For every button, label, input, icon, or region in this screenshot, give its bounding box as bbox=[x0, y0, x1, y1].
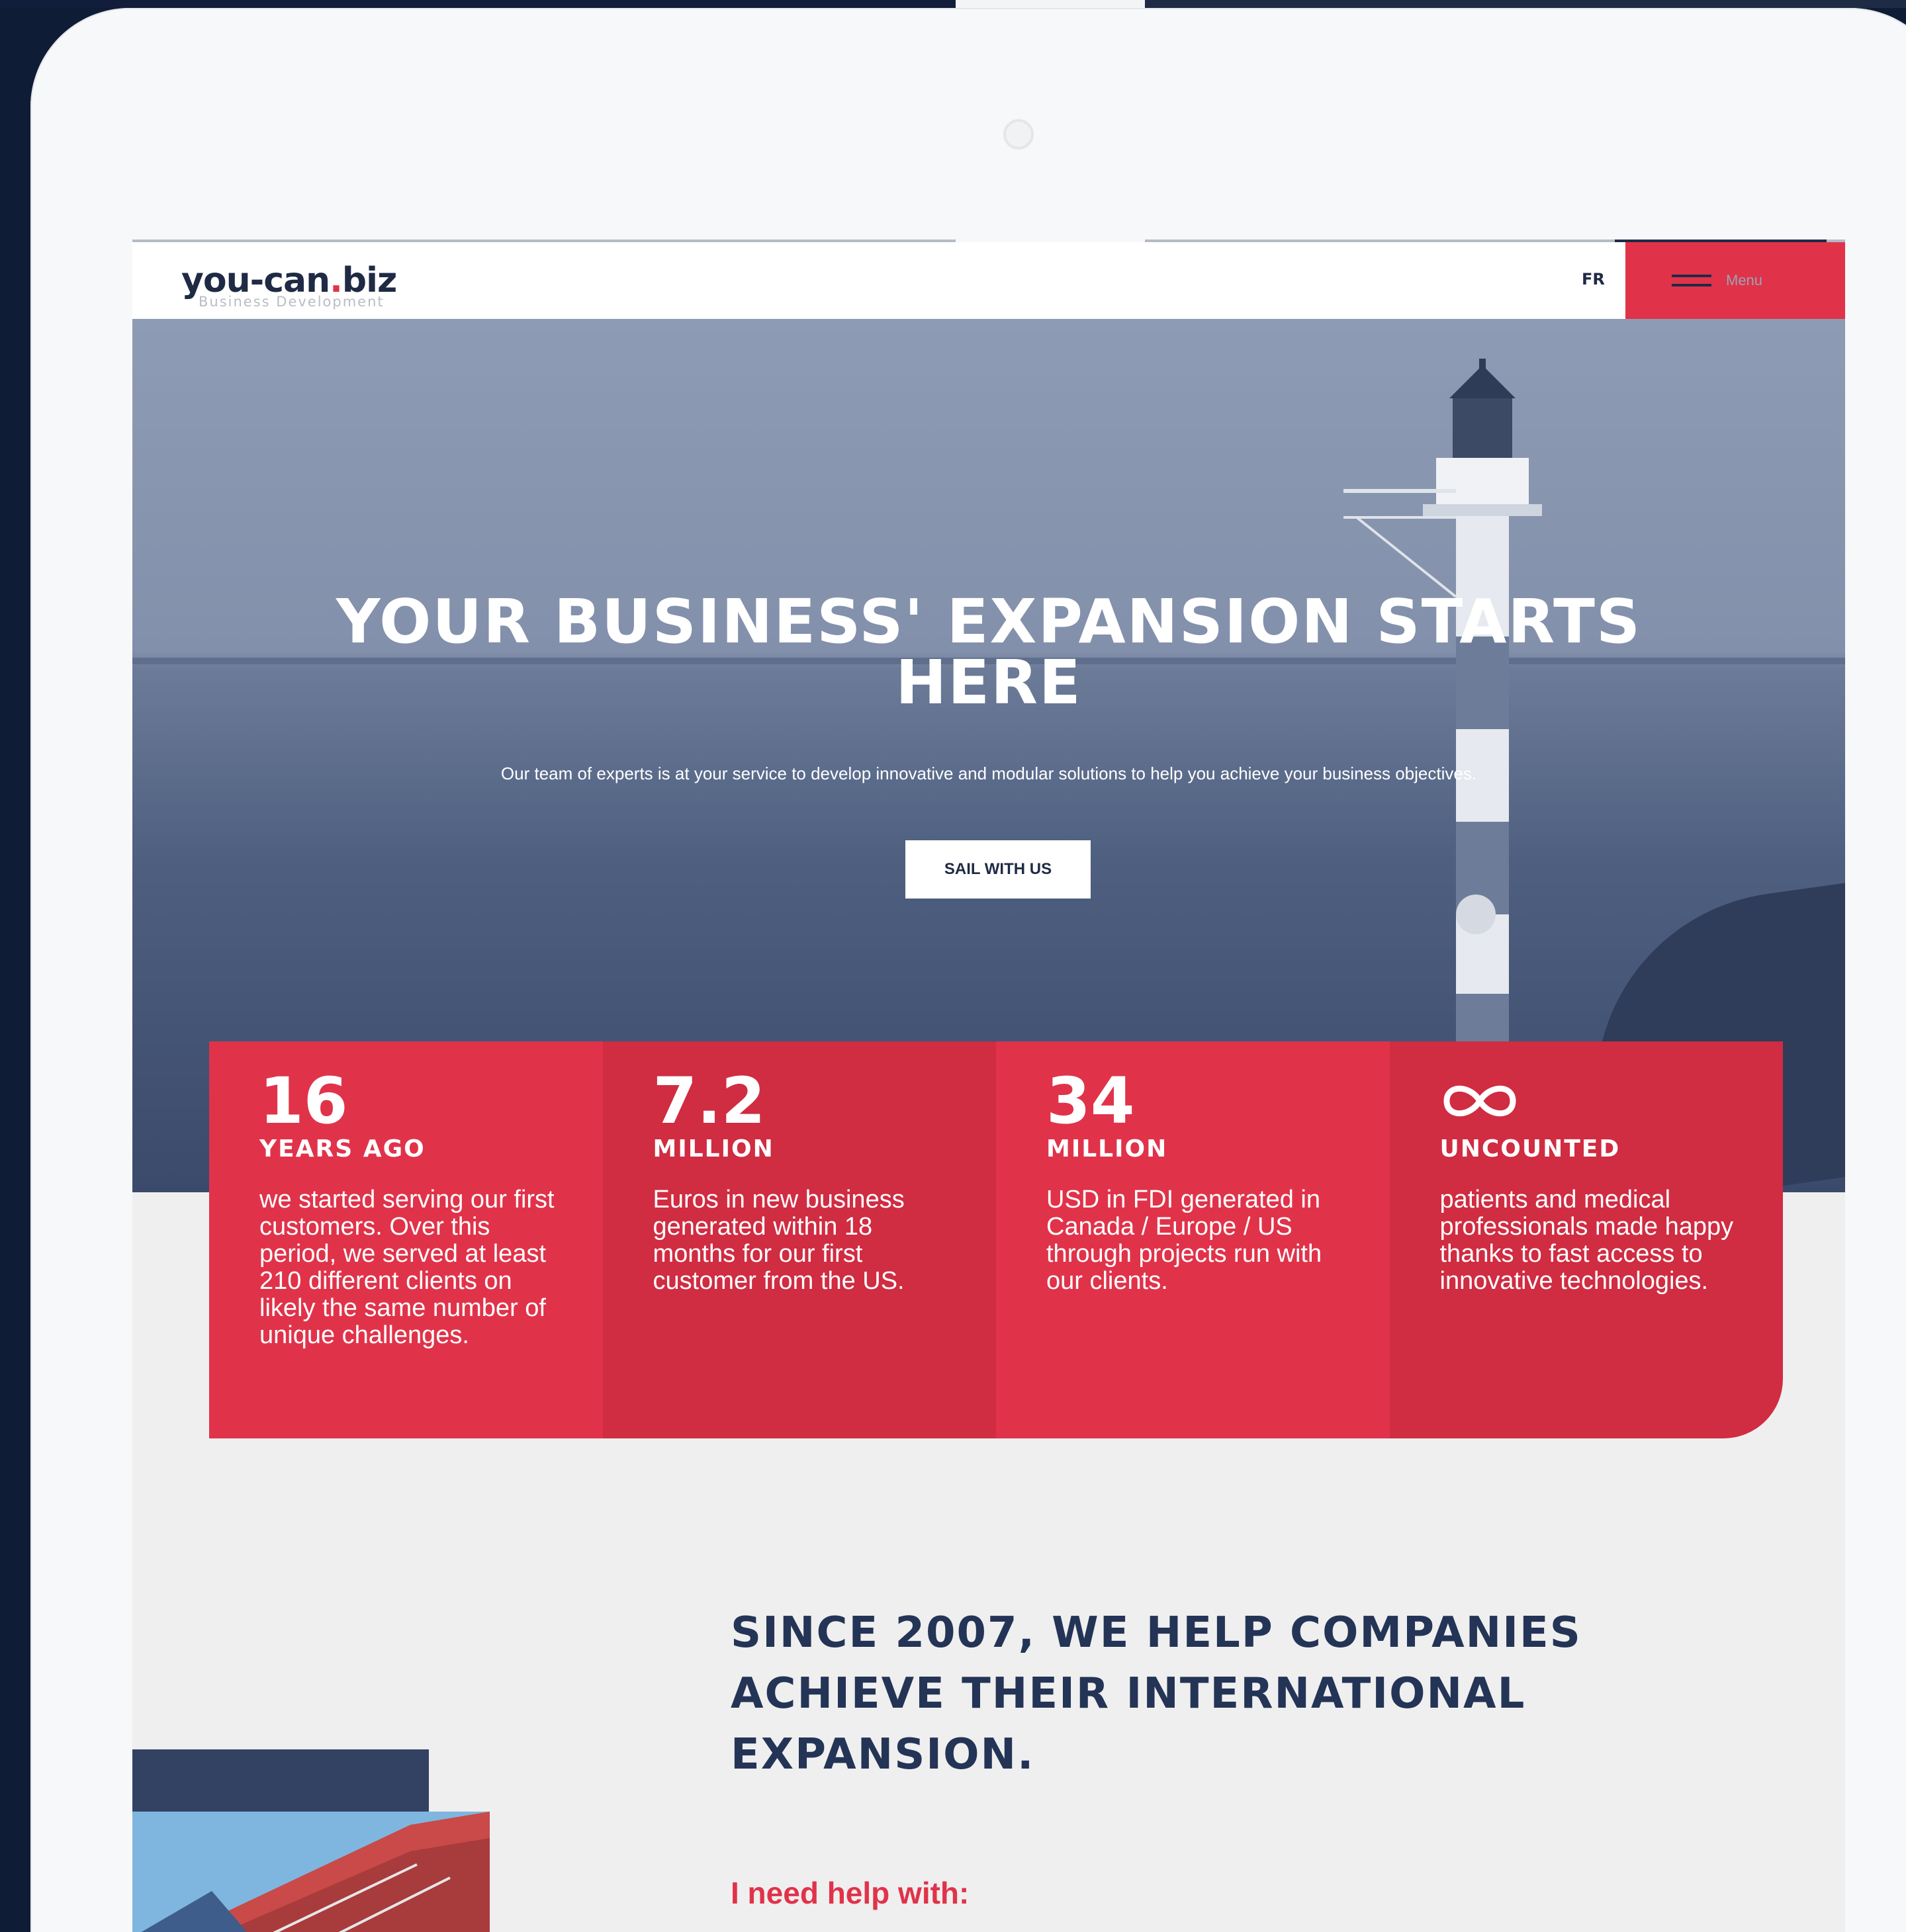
hero-title-line-2: HERE bbox=[895, 647, 1082, 718]
stat-unit: YEARS AGO bbox=[259, 1135, 426, 1163]
stat-number: 7.2 bbox=[653, 1064, 766, 1138]
website-screen: you-can.biz Business Development FR Menu bbox=[132, 240, 1845, 1932]
stat-card: 16 YEARS AGO we started serving our firs… bbox=[209, 1041, 603, 1438]
shipping-containers-image bbox=[132, 1812, 490, 1932]
stats-panel: 16 YEARS AGO we started serving our firs… bbox=[209, 1041, 1783, 1438]
stat-card: 34 MILLION USD in FDI generated in Canad… bbox=[996, 1041, 1390, 1438]
logo-tagline: Business Development bbox=[199, 294, 385, 310]
stat-description: USD in FDI generated in Canada / Europe … bbox=[1046, 1186, 1322, 1295]
camera-icon bbox=[1003, 119, 1034, 150]
background-band-right bbox=[1145, 0, 1906, 8]
stat-card: 7.2 MILLION Euros in new business genera… bbox=[602, 1041, 996, 1438]
background-band-left bbox=[0, 0, 956, 8]
stat-description: patients and medical professionals made … bbox=[1439, 1186, 1734, 1295]
stat-card: UNCOUNTED patients and medical professio… bbox=[1389, 1041, 1783, 1438]
site-header: you-can.biz Business Development FR Menu bbox=[132, 240, 1845, 319]
stat-unit: MILLION bbox=[1046, 1135, 1168, 1163]
menu-label: Menu bbox=[1726, 272, 1763, 288]
hero-subtitle: Our team of experts is at your service t… bbox=[500, 764, 1477, 783]
background-band-middle bbox=[956, 0, 1145, 8]
language-switch-fr[interactable]: FR bbox=[1582, 270, 1605, 288]
hero-title: YOUR BUSINESS' EXPANSION STARTS HERE bbox=[132, 592, 1845, 713]
hero-title-line-1: YOUR BUSINESS' EXPANSION STARTS bbox=[336, 586, 1642, 657]
stat-number: 16 bbox=[259, 1064, 348, 1138]
stat-description: Euros in new business generated within 1… bbox=[653, 1186, 905, 1295]
help-with-label: I need help with: bbox=[731, 1876, 970, 1910]
infinity-icon bbox=[1443, 1085, 1516, 1117]
stat-unit: UNCOUNTED bbox=[1439, 1135, 1621, 1163]
site-logo[interactable]: you-can.biz Business Development bbox=[181, 261, 397, 310]
decorative-block bbox=[132, 1749, 429, 1812]
stat-number: 34 bbox=[1046, 1064, 1135, 1138]
stat-description: we started serving our first customers. … bbox=[259, 1186, 555, 1349]
section-title: SINCE 2007, WE HELP COMPANIES ACHIEVE TH… bbox=[731, 1608, 1582, 1779]
hamburger-icon bbox=[1672, 272, 1711, 289]
menu-button[interactable]: Menu bbox=[1625, 242, 1845, 319]
stat-unit: MILLION bbox=[653, 1135, 774, 1163]
sail-with-us-button[interactable]: SAIL WITH US bbox=[905, 840, 1091, 899]
